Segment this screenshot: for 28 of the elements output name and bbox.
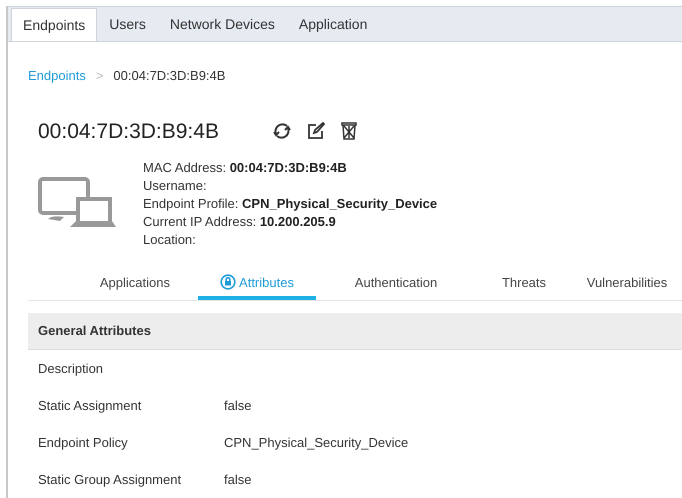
tab[interactable]: Applications	[28, 269, 198, 300]
lock-icon	[220, 274, 236, 290]
attribute-name: Endpoint Policy	[38, 434, 129, 452]
attribute-name: Static Group Assignment	[38, 470, 182, 489]
attribute-value: false	[224, 396, 252, 415]
section-header: General Attributes	[28, 313, 682, 350]
tab[interactable]: Users	[97, 8, 158, 41]
detail-line: Current IP Address: 10.200.205.9	[143, 213, 337, 231]
tab[interactable]: Application	[286, 8, 380, 41]
refresh-icon[interactable]	[272, 121, 292, 142]
tab[interactable]: Endpoints	[11, 8, 98, 41]
trash-icon[interactable]	[340, 121, 358, 142]
breadcrumb-separator: >	[96, 67, 104, 85]
edit-icon[interactable]	[306, 121, 326, 142]
detail-line: MAC Address: 00:04:7D:3D:B9:4B	[143, 159, 348, 177]
endpoint-title: 00:04:7D:3D:B9:4B	[38, 118, 220, 144]
detail-line: Username:	[143, 177, 208, 195]
detail-line: Location:	[143, 231, 197, 249]
attribute-name: Static Assignment	[38, 396, 142, 415]
tab[interactable]: Authentication	[316, 269, 476, 300]
attribute-value: false	[224, 470, 252, 489]
breadcrumb-current: 00:04:7D:3D:B9:4B	[113, 67, 226, 85]
tab[interactable]: Threats	[476, 269, 572, 300]
tab[interactable]: Network Devices	[158, 8, 287, 41]
attribute-name: Description	[38, 360, 104, 378]
tab[interactable]: Vulnerabilities	[572, 269, 682, 300]
attribute-value: CPN_Physical_Security_Device	[224, 434, 408, 452]
detail-line: Endpoint Profile: CPN_Physical_Security_Device	[143, 195, 438, 213]
